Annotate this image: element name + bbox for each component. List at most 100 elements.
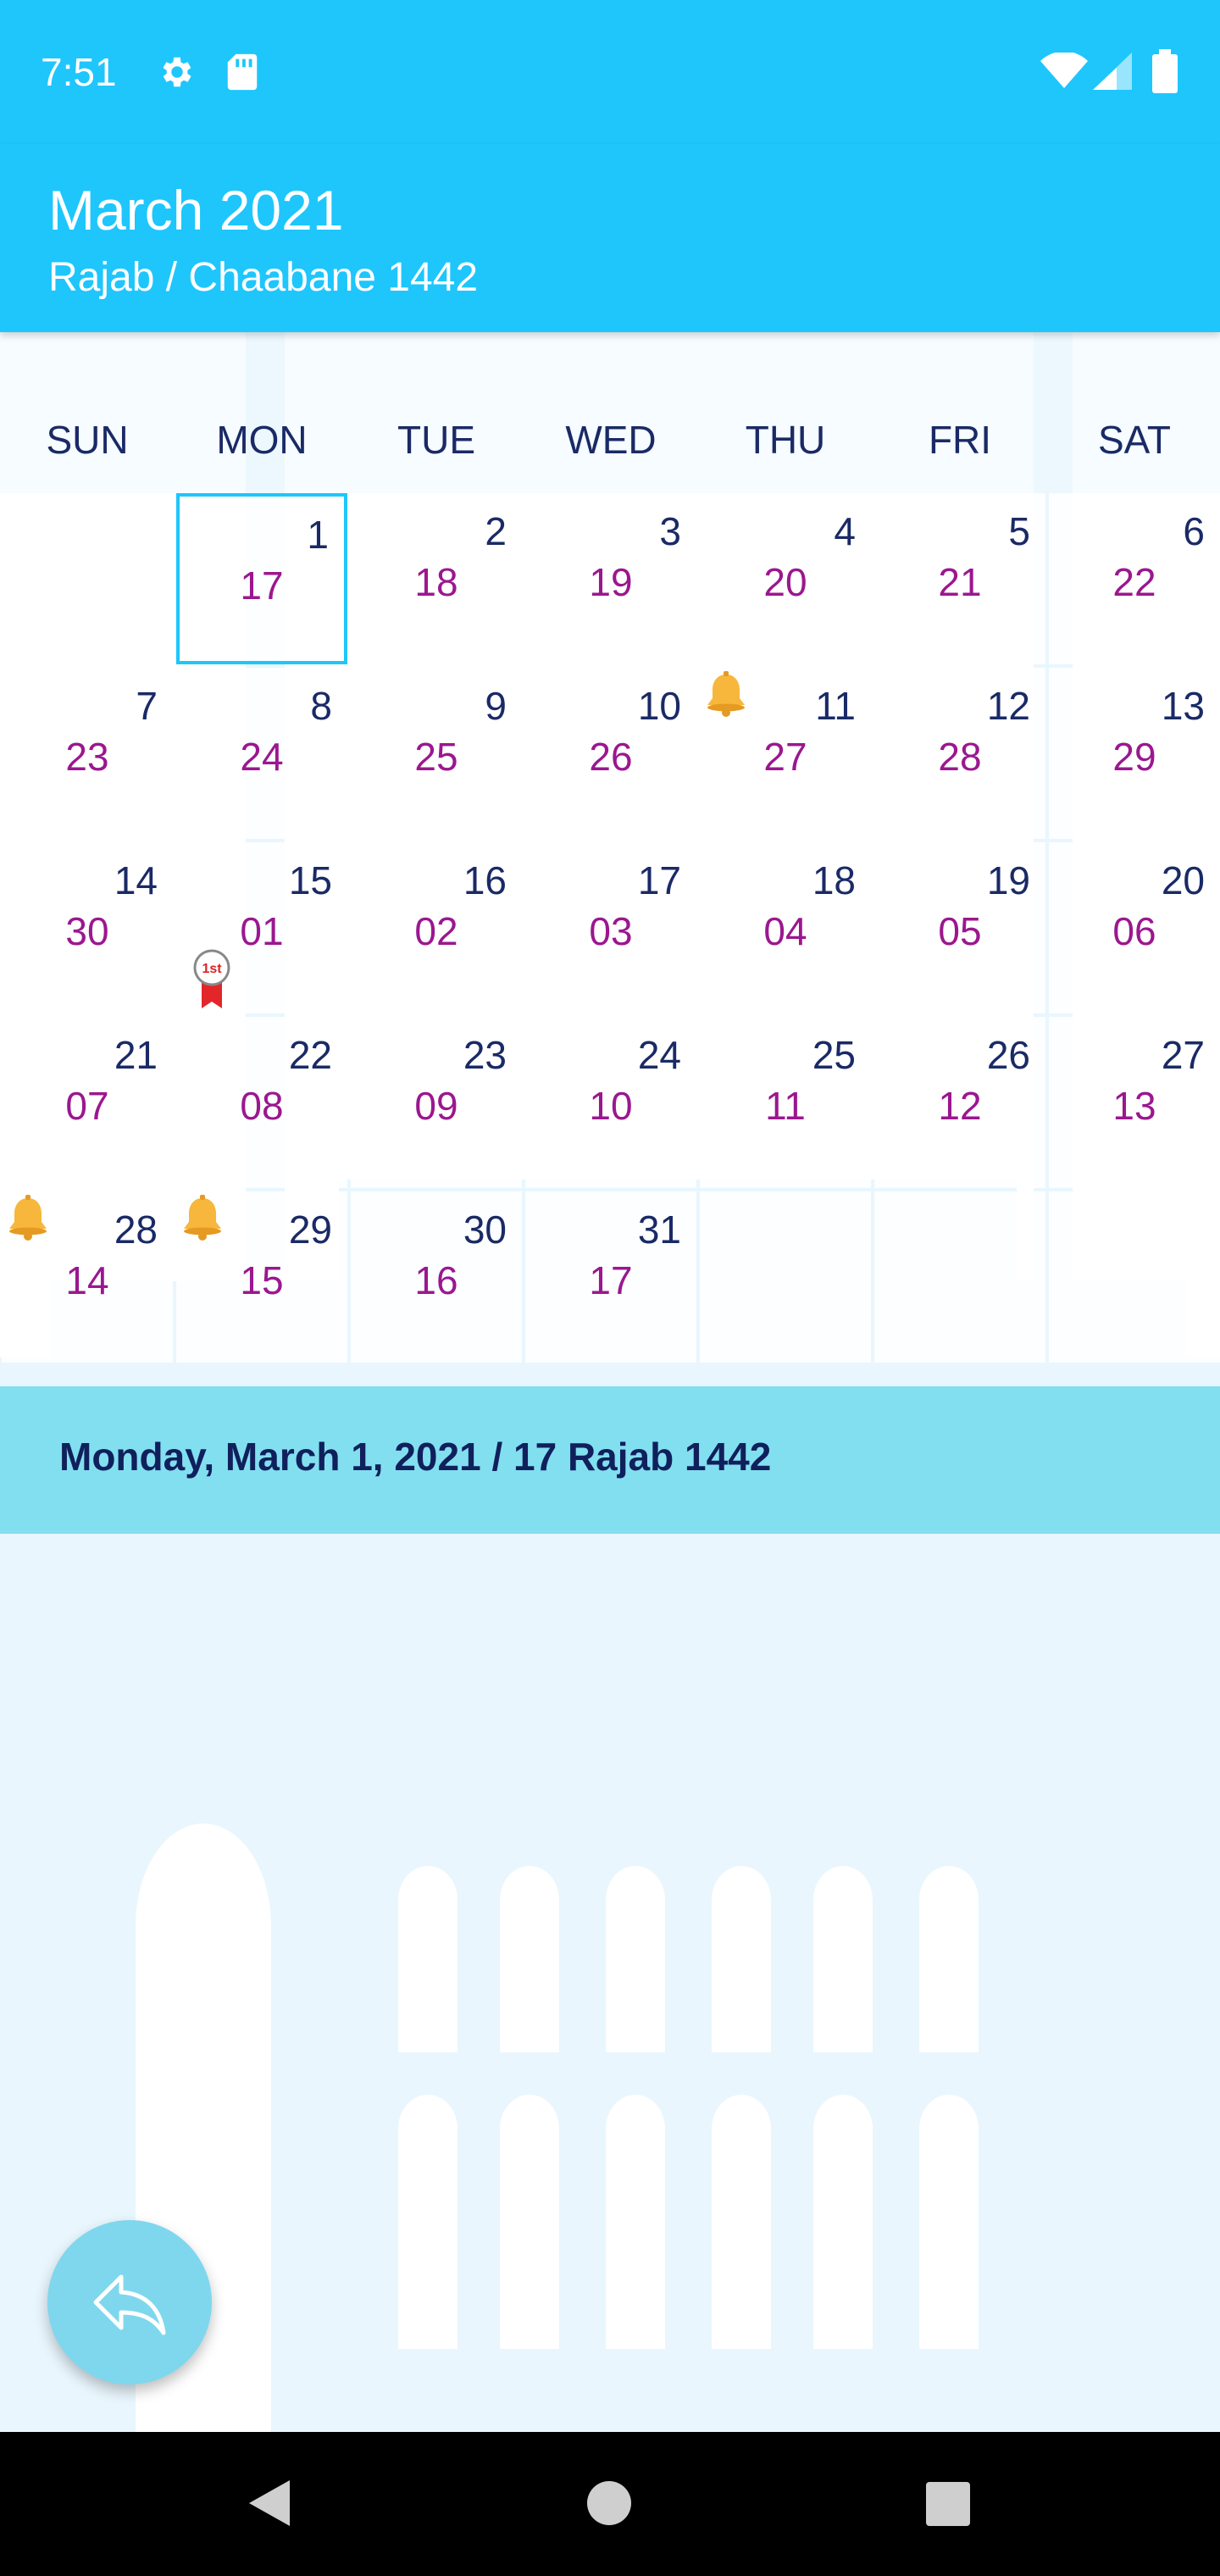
hijri-day-number: 27 <box>763 735 807 779</box>
weekday-fri: FRI <box>928 418 992 462</box>
first-day-medal-icon: 1st <box>191 947 232 1008</box>
bell-icon <box>705 671 747 717</box>
day-cell[interactable]: 20 06 <box>1049 842 1220 1013</box>
recents-icon[interactable] <box>926 2482 970 2526</box>
day-cell[interactable]: 19 05 <box>874 842 1045 1013</box>
status-bar: 7:51 <box>0 0 1220 144</box>
empty-day-cell <box>2 493 173 664</box>
reply-fab-button[interactable] <box>47 2220 212 2384</box>
day-cell[interactable]: 16 02 <box>351 842 522 1013</box>
hijri-day-number: 11 <box>765 1084 806 1128</box>
hijri-day-number: 23 <box>65 735 109 779</box>
month-title: March 2021 <box>48 179 344 242</box>
status-time: 7:51 <box>41 50 117 94</box>
day-cell[interactable]: 29 15 <box>176 1191 347 1363</box>
empty-day-cell <box>700 1191 871 1363</box>
day-cell[interactable]: 30 16 <box>351 1191 522 1363</box>
day-cell[interactable]: 23 09 <box>351 1017 522 1188</box>
hijri-day-number: 04 <box>763 909 807 953</box>
day-cell[interactable]: 3 19 <box>525 493 696 664</box>
gregorian-day-number: 19 <box>986 858 1030 902</box>
hijri-day-number: 02 <box>414 909 458 953</box>
gregorian-day-number: 5 <box>1008 509 1030 553</box>
hijri-day-number: 28 <box>938 735 982 779</box>
day-cell[interactable]: 27 13 <box>1049 1017 1220 1188</box>
hijri-day-number: 25 <box>414 735 458 779</box>
reply-icon <box>93 2274 166 2335</box>
gregorian-day-number: 16 <box>463 858 507 902</box>
bell-icon <box>7 1195 49 1241</box>
day-cell[interactable]: 7 23 <box>2 668 173 839</box>
app-header: March 2021 Rajab / Chaabane 1442 <box>0 144 1220 332</box>
gregorian-day-number: 12 <box>986 684 1030 728</box>
day-cell[interactable]: 5 21 <box>874 493 1045 664</box>
weekday-thu: THU <box>745 418 826 462</box>
hijri-day-number: 13 <box>1112 1084 1156 1128</box>
day-cell[interactable]: 22 08 <box>176 1017 347 1188</box>
day-cell[interactable]: 9 25 <box>351 668 522 839</box>
day-cell[interactable]: 25 11 <box>700 1017 871 1188</box>
day-cell[interactable]: 28 14 <box>2 1191 173 1363</box>
day-cell[interactable]: 8 24 <box>176 668 347 839</box>
day-cell[interactable]: 31 17 <box>525 1191 696 1363</box>
gregorian-day-number: 26 <box>986 1033 1030 1077</box>
gregorian-day-number: 10 <box>637 684 681 728</box>
hijri-month-subtitle: Rajab / Chaabane 1442 <box>48 255 479 300</box>
weekday-header: SUN MON TUE WED THU FRI SAT <box>0 332 1220 493</box>
gregorian-day-number: 6 <box>1183 509 1205 553</box>
hijri-day-number: 10 <box>589 1084 633 1128</box>
hijri-day-number: 26 <box>589 735 633 779</box>
gregorian-day-number: 9 <box>485 684 507 728</box>
day-cell[interactable]: 12 28 <box>874 668 1045 839</box>
hijri-day-number: 17 <box>240 564 284 608</box>
hijri-day-number: 08 <box>240 1084 284 1128</box>
hijri-day-number: 09 <box>414 1084 458 1128</box>
gregorian-day-number: 14 <box>114 858 158 902</box>
wifi-icon <box>1040 51 1088 94</box>
day-cell[interactable]: 14 30 <box>2 842 173 1013</box>
weekday-tue: TUE <box>397 418 475 462</box>
svg-text:1st: 1st <box>202 962 222 976</box>
day-cell[interactable]: 10 26 <box>525 668 696 839</box>
home-icon[interactable] <box>587 2481 631 2525</box>
day-cell[interactable]: 13 29 <box>1049 668 1220 839</box>
day-cell[interactable]: 26 12 <box>874 1017 1045 1188</box>
gregorian-day-number: 4 <box>834 509 856 553</box>
back-icon[interactable] <box>246 2477 293 2534</box>
hijri-day-number: 24 <box>240 735 284 779</box>
day-cell[interactable]: 17 03 <box>525 842 696 1013</box>
gregorian-day-number: 29 <box>288 1208 332 1252</box>
day-cell[interactable]: 2 18 <box>351 493 522 664</box>
gregorian-day-number: 22 <box>288 1033 332 1077</box>
hijri-day-number: 16 <box>414 1258 458 1302</box>
hijri-day-number: 05 <box>938 909 982 953</box>
day-cell[interactable]: 24 10 <box>525 1017 696 1188</box>
hijri-day-number: 06 <box>1112 909 1156 953</box>
gregorian-day-number: 3 <box>659 509 681 553</box>
hijri-day-number: 12 <box>938 1084 982 1128</box>
gregorian-day-number: 28 <box>114 1208 158 1252</box>
hijri-day-number: 20 <box>763 560 807 604</box>
gregorian-day-number: 18 <box>812 858 856 902</box>
gregorian-day-number: 7 <box>136 684 158 728</box>
hijri-day-number: 14 <box>65 1258 109 1302</box>
day-cell[interactable]: 21 07 <box>2 1017 173 1188</box>
weekday-wed: WED <box>565 418 657 462</box>
day-cell[interactable]: 18 04 <box>700 842 871 1013</box>
day-cell[interactable]: 11 27 <box>700 668 871 839</box>
gregorian-day-number: 24 <box>637 1033 681 1077</box>
gregorian-day-number: 30 <box>463 1208 507 1252</box>
day-cell[interactable]: 1 17 <box>176 493 347 664</box>
day-cell[interactable]: 6 22 <box>1049 493 1220 664</box>
weekday-sat: SAT <box>1097 418 1172 462</box>
empty-day-cell <box>1049 1191 1220 1363</box>
gregorian-day-number: 21 <box>114 1033 158 1077</box>
day-cell[interactable]: 15 01 1st <box>176 842 347 1013</box>
gregorian-day-number: 20 <box>1161 858 1205 902</box>
day-cell[interactable]: 4 20 <box>700 493 871 664</box>
gregorian-day-number: 23 <box>463 1033 507 1077</box>
selected-date-banner: Monday, March 1, 2021 / 17 Rajab 1442 <box>0 1386 1220 1534</box>
battery-icon <box>1152 49 1178 97</box>
gear-icon <box>158 53 197 96</box>
gregorian-day-number: 13 <box>1161 684 1205 728</box>
